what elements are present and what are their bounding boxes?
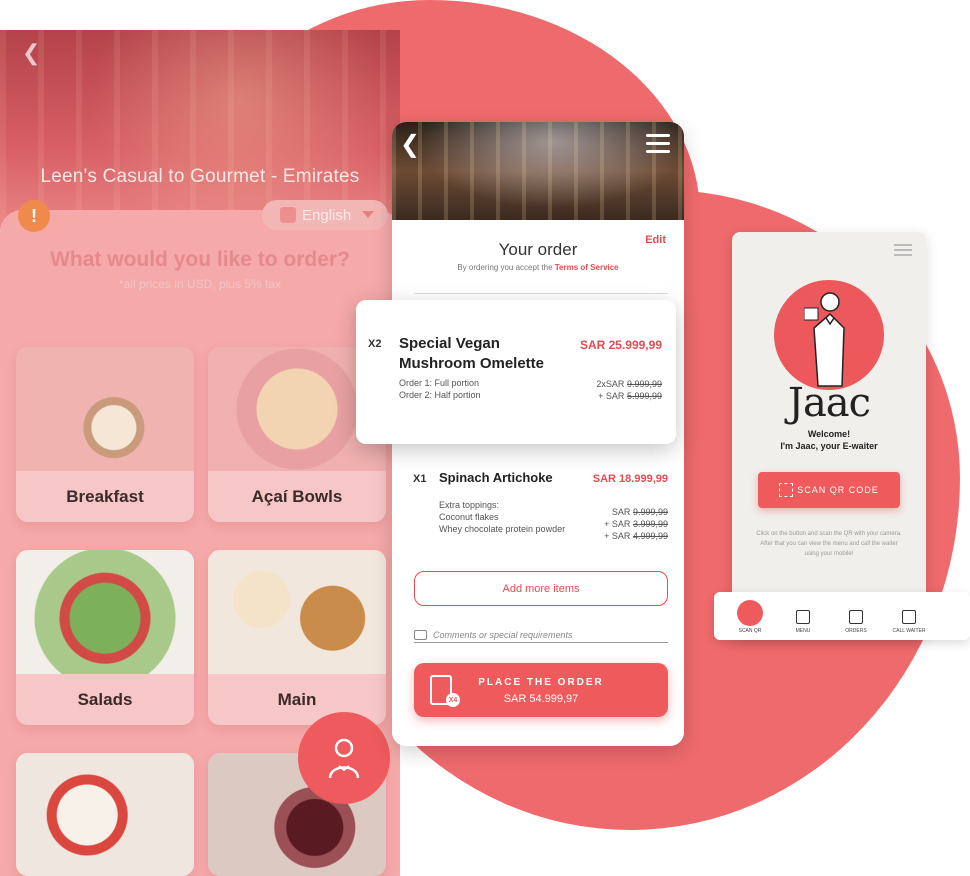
tab-label: ORDERS: [845, 628, 867, 634]
translate-icon: [280, 207, 296, 223]
place-order-button[interactable]: X4 PLACE THE ORDER SAR 54.999,97: [414, 663, 668, 717]
item-detail-line: Extra toppings:: [439, 500, 500, 510]
tab-call-waiter[interactable]: CALL WAITER: [883, 592, 935, 640]
back-icon[interactable]: ❮: [22, 40, 40, 66]
place-order-total: SAR 54.999,97: [503, 693, 579, 705]
language-selector[interactable]: English: [262, 200, 388, 230]
category-card-breakfast[interactable]: Breakfast: [16, 347, 194, 522]
item-details: Extra toppings: Coconut flakes Whey choc…: [439, 499, 565, 535]
detail-price: 2xSAR 9.999,99: [596, 379, 662, 389]
qr-icon: [737, 600, 763, 626]
order-item-card[interactable]: X2 Special Vegan Mushroom Omelette SAR 2…: [356, 300, 676, 444]
item-details: Order 1: Full portion Order 2: Half port…: [399, 377, 481, 401]
tab-scan-qr[interactable]: SCAN QR: [724, 592, 776, 640]
hamburger-menu-icon[interactable]: [894, 244, 912, 259]
category-image: [208, 550, 386, 674]
category-image: [16, 347, 194, 471]
qr-icon: [779, 483, 794, 497]
category-image: [16, 550, 194, 674]
waiter-icon: [902, 610, 916, 624]
welcome-line: I'm Jaac, your E-waiter: [780, 441, 878, 451]
category-card-dessert[interactable]: [16, 753, 194, 876]
menu-question: What would you like to order?: [50, 248, 350, 271]
add-more-items-button[interactable]: Add more items: [414, 571, 668, 606]
category-image: [16, 753, 194, 876]
language-label: English: [302, 206, 352, 224]
category-label: Açaí Bowls: [208, 471, 386, 522]
category-card-salads[interactable]: Salads: [16, 550, 194, 725]
detail-price: + SAR 4.999,99: [604, 531, 668, 541]
item-detail-line: Order 2: Half portion: [399, 390, 481, 400]
jaac-welcome-screen: Jaac Welcome! I'm Jaac, your E-waiter SC…: [732, 232, 926, 638]
detail-price: + SAR 5.999,99: [598, 391, 662, 401]
detail-price: + SAR 3.999,99: [604, 519, 668, 529]
welcome-line: Welcome!: [807, 429, 851, 439]
welcome-text: Welcome! I'm Jaac, your E-waiter: [732, 428, 926, 452]
category-card-main[interactable]: Main: [208, 550, 386, 725]
price-note: *all prices in USD, plus 5% tax: [118, 277, 282, 291]
item-detail-line: Order 1: Full portion: [399, 378, 480, 388]
terms-notice: By ordering you accept the Terms of Serv…: [392, 263, 684, 272]
waiter-illustration-icon: [804, 292, 845, 387]
tab-label: SCAN QR: [738, 628, 762, 634]
terms-link[interactable]: Terms of Service: [555, 263, 619, 272]
edit-link[interactable]: Edit: [645, 234, 666, 246]
waiter-icon: [328, 738, 360, 779]
scan-qr-label: SCAN QR CODE: [797, 485, 879, 495]
comments-placeholder: Comments or special requirements: [433, 629, 573, 640]
tab-label: MENU: [795, 628, 811, 634]
item-name: Special Vegan Mushroom Omelette: [399, 335, 545, 372]
divider: [414, 293, 668, 294]
item-quantity: X1: [413, 473, 427, 485]
menu-book-icon: [796, 610, 810, 624]
category-label: Salads: [16, 674, 194, 725]
help-text: Click on the button and scan the QR with…: [756, 531, 902, 557]
call-waiter-button[interactable]: [298, 712, 390, 804]
item-detail-line: Coconut flakes: [439, 512, 499, 522]
item-detail-line: Whey chocolate protein powder: [439, 524, 566, 534]
tab-orders[interactable]: ORDERS: [830, 592, 882, 640]
item-detail-prices: 2xSAR 9.999,99 + SAR 5.999,99: [596, 378, 662, 402]
item-quantity: X2: [368, 338, 382, 350]
terms-prefix: By ordering you accept the: [457, 263, 553, 272]
comments-field[interactable]: Comments or special requirements: [414, 627, 668, 643]
item-detail-prices: SAR 9.999,99 + SAR 3.999,99 + SAR 4.999,…: [604, 506, 668, 542]
alert-icon[interactable]: !: [18, 200, 50, 232]
place-order-label: PLACE THE ORDER: [478, 677, 604, 688]
clipboard-icon: [849, 610, 863, 624]
scan-qr-button[interactable]: SCAN QR CODE: [758, 472, 900, 508]
comment-icon: [414, 629, 427, 640]
category-label: Breakfast: [16, 471, 194, 522]
order-title: Your order: [498, 240, 578, 259]
item-price: SAR 25.999,99: [579, 338, 662, 352]
jaac-logo-word: Jaac: [787, 380, 871, 426]
tab-label: CALL WAITER: [892, 628, 926, 634]
detail-price: SAR 9.999,99: [611, 507, 668, 517]
item-price: SAR 18.999,99: [592, 473, 668, 485]
restaurant-title: Leen's Casual to Gourmet - Emirates: [40, 166, 360, 187]
restaurant-hero-image: [392, 122, 684, 220]
tab-menu[interactable]: MENU: [777, 592, 829, 640]
bottom-tab-bar: SCAN QR MENU ORDERS CALL WAITER: [714, 592, 970, 640]
hamburger-menu-icon[interactable]: [646, 134, 670, 158]
back-icon[interactable]: ❮: [400, 130, 420, 159]
item-name: Spinach Artichoke: [439, 470, 553, 485]
chevron-down-icon: [362, 211, 374, 218]
